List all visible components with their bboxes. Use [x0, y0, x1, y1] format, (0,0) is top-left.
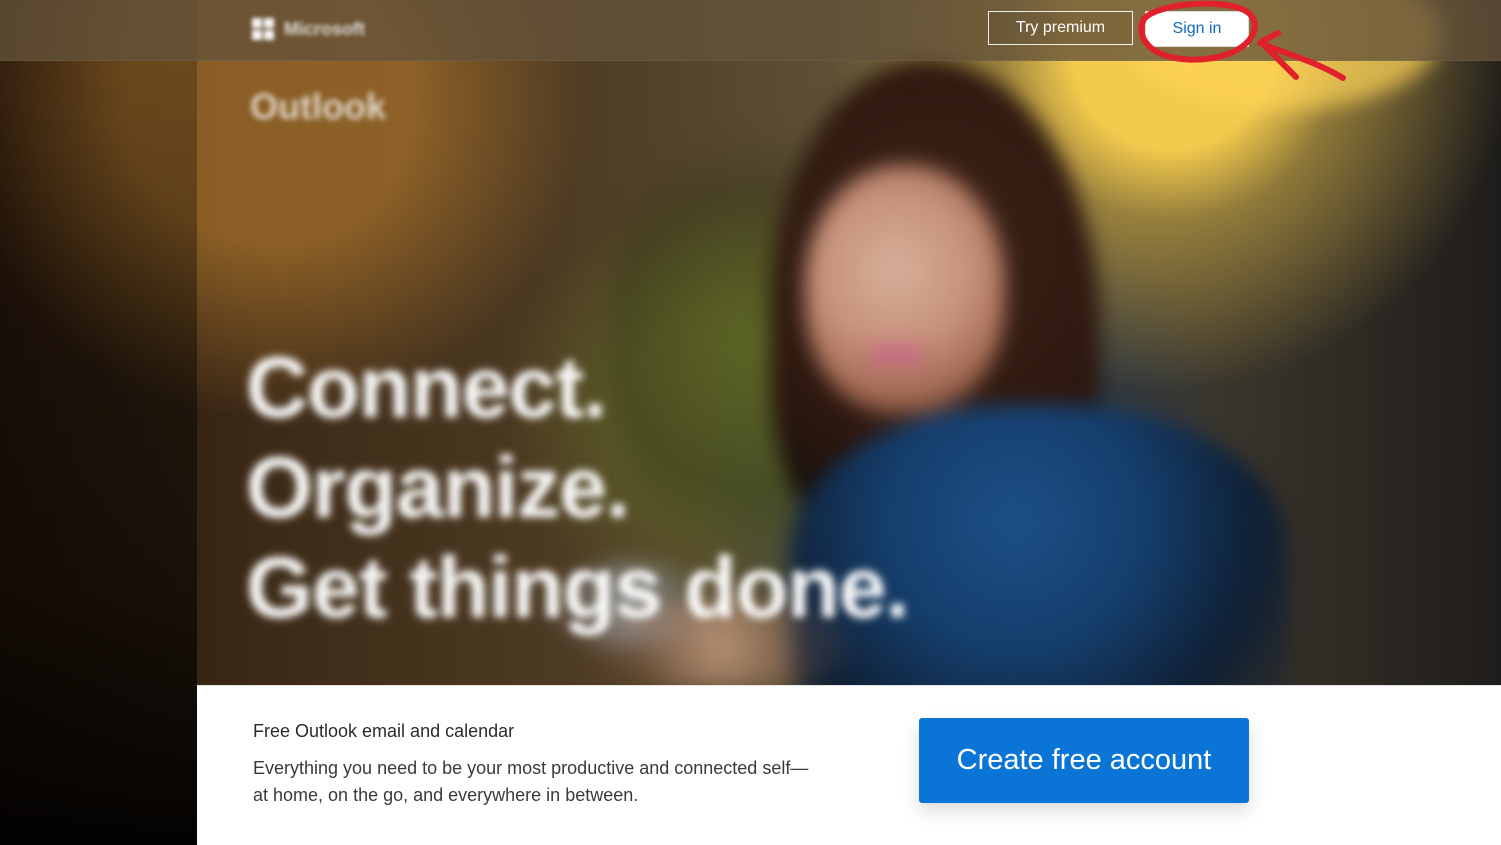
logo-square-1	[252, 18, 262, 28]
headline-line-2: Organize.	[246, 440, 630, 536]
create-free-account-button[interactable]: Create free account	[919, 718, 1249, 803]
brand: Microsoft	[252, 18, 365, 40]
hero-product-name: Outlook	[250, 86, 386, 127]
hero-headline: Connect. Organize. Get things done.	[246, 338, 909, 638]
top-navigation-bar: Microsoft Try premium Sign in	[0, 0, 1501, 61]
headline-line-3: Get things done.	[246, 540, 909, 636]
logo-square-2	[264, 18, 274, 28]
promo-panel: Free Outlook email and calendar Everythi…	[197, 685, 1501, 845]
promo-title: Free Outlook email and calendar	[253, 721, 515, 741]
brand-text: Microsoft	[284, 18, 365, 39]
logo-square-4	[264, 30, 274, 40]
promo-description: Everything you need to be your most prod…	[253, 758, 809, 805]
logo-square-3	[252, 30, 262, 40]
headline-line-1: Connect.	[246, 340, 607, 436]
left-shadow-overlay	[0, 0, 197, 845]
sign-in-button[interactable]: Sign in	[1145, 11, 1249, 47]
try-premium-button[interactable]: Try premium	[988, 11, 1133, 45]
outlook-landing-page: Microsoft Try premium Sign in Outlook Co…	[0, 0, 1501, 845]
microsoft-logo-icon	[252, 18, 274, 40]
